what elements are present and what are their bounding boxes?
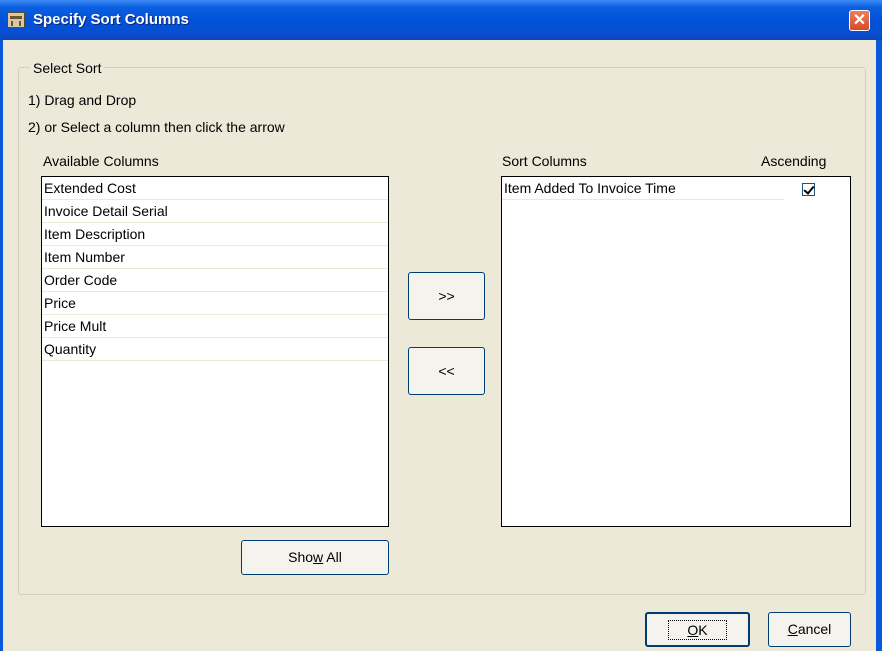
available-columns-label: Available Columns xyxy=(43,153,159,169)
instruction-drag-drop: 1) Drag and Drop xyxy=(28,92,137,108)
window-title: Specify Sort Columns xyxy=(33,11,189,28)
ok-button[interactable]: OK xyxy=(645,612,750,647)
app-icon xyxy=(7,12,25,28)
ascending-label: Ascending xyxy=(761,153,827,169)
sort-column-name: Item Added To Invoice Time xyxy=(504,180,676,196)
list-item[interactable]: Item Number xyxy=(42,246,388,269)
list-item[interactable]: Item Description xyxy=(42,223,388,246)
dialog-window: Specify Sort Columns ✕ Select Sort 1) Dr… xyxy=(0,0,882,651)
ascending-checkbox[interactable] xyxy=(802,183,815,196)
ok-mnemonic: O xyxy=(687,622,699,638)
list-item[interactable]: Invoice Detail Serial xyxy=(42,200,388,223)
sort-columns-label: Sort Columns xyxy=(502,153,587,169)
cancel-mnemonic: C xyxy=(787,621,798,637)
instruction-select-arrow: 2) or Select a column then click the arr… xyxy=(28,119,285,135)
add-sort-column-button[interactable]: >> xyxy=(408,272,485,320)
remove-sort-column-button[interactable]: << xyxy=(408,347,485,395)
list-item[interactable]: Price xyxy=(42,292,388,315)
title-bar[interactable]: Specify Sort Columns ✕ xyxy=(0,0,882,40)
ok-label-post: K xyxy=(698,622,708,638)
show-all-label-pre: Sho xyxy=(288,549,314,565)
close-button[interactable]: ✕ xyxy=(849,10,870,31)
ok-focus-rect: OK xyxy=(668,620,727,640)
sort-column-row[interactable]: Item Added To Invoice Time xyxy=(502,177,784,200)
show-all-mnemonic: w xyxy=(313,549,324,565)
available-columns-list[interactable]: Extended Cost Invoice Detail Serial Item… xyxy=(41,176,389,527)
list-item[interactable]: Extended Cost xyxy=(42,177,388,200)
cancel-label-post: ancel xyxy=(797,621,832,637)
select-sort-legend: Select Sort xyxy=(30,60,105,76)
show-all-label-post: All xyxy=(323,549,342,565)
cancel-button[interactable]: Cancel xyxy=(768,612,851,647)
show-all-button[interactable]: Show All xyxy=(241,540,389,575)
sort-columns-list[interactable]: Item Added To Invoice Time xyxy=(501,176,851,527)
list-item[interactable]: Order Code xyxy=(42,269,388,292)
list-item[interactable]: Price Mult xyxy=(42,315,388,338)
list-item[interactable]: Quantity xyxy=(42,338,388,361)
